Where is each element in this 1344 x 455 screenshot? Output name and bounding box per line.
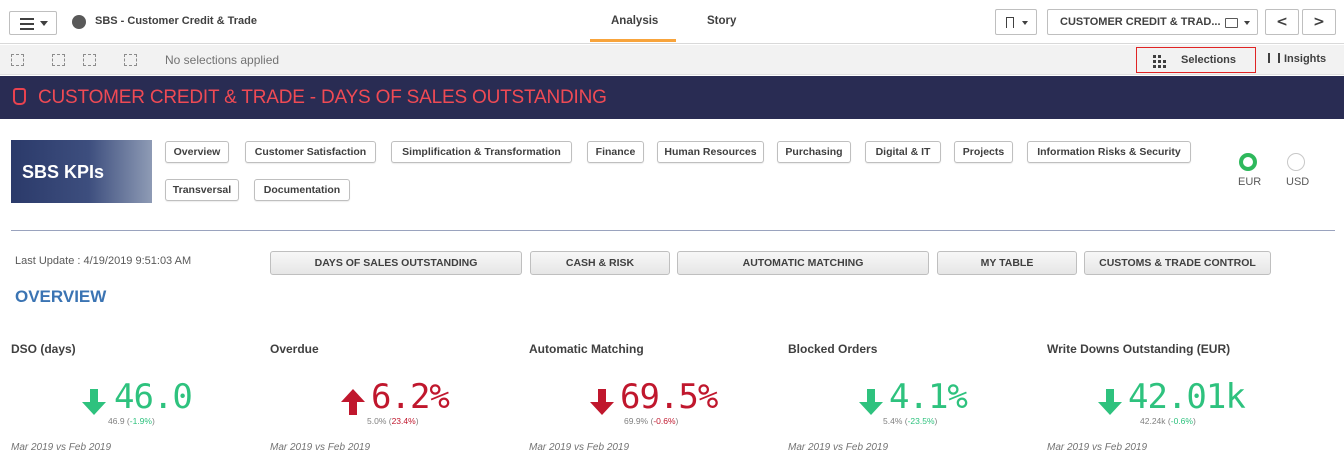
kpi-previous-value: 42.24k (1140, 416, 1166, 426)
overview-heading: OVERVIEW (15, 287, 107, 306)
title-banner: CUSTOMER CREDIT & TRADE - DAYS OF SALES … (0, 76, 1344, 119)
section-customs-trade-button[interactable]: CUSTOMS & TRADE CONTROL (1084, 251, 1271, 275)
active-tab-indicator (590, 39, 676, 42)
chevron-down-icon (1022, 21, 1028, 25)
step-forward-icon[interactable] (83, 54, 96, 66)
previous-sheet-button[interactable]: < (1265, 9, 1299, 35)
currency-usd-label: USD (1286, 176, 1310, 188)
kpi-change: -23.5% (907, 416, 935, 426)
insights-button[interactable]: Insights (1268, 53, 1326, 65)
arrow-down-icon (82, 389, 106, 415)
kpi-period: Mar 2019 vs Feb 2019 (788, 442, 889, 453)
bookmarks-button[interactable] (995, 9, 1037, 35)
money-bag-icon (13, 88, 26, 105)
nav-purchasing-button[interactable]: Purchasing (777, 141, 851, 163)
sheet-name: CUSTOMER CREDIT & TRAD... (1060, 16, 1221, 28)
kpi-value: 69.5% (620, 377, 718, 417)
currency-eur-radio[interactable] (1239, 153, 1257, 171)
nav-information-risks-button[interactable]: Information Risks & Security (1027, 141, 1191, 163)
smart-search-icon[interactable] (11, 54, 24, 66)
chevron-down-icon (40, 21, 48, 26)
kpi-period: Mar 2019 vs Feb 2019 (1047, 442, 1148, 453)
global-menu-button[interactable] (9, 11, 57, 35)
kpi-previous-value: 5.4% (883, 416, 903, 426)
hamburger-icon (20, 18, 34, 30)
kpi-title: Write Downs Outstanding (EUR) (1047, 342, 1231, 356)
arrow-down-icon (590, 389, 614, 415)
sheet-selector[interactable]: CUSTOMER CREDIT & TRAD... (1047, 9, 1258, 35)
kpi-change: 23.4% (391, 416, 416, 426)
arrow-up-icon (341, 389, 365, 415)
nav-documentation-button[interactable]: Documentation (254, 179, 350, 201)
app-title: SBS - Customer Credit & Trade (95, 15, 257, 27)
arrow-down-icon (859, 389, 883, 415)
kpi-card[interactable]: Blocked Orders 4.1% 5.4% (-23.5%) Mar 20… (788, 342, 1046, 455)
selection-status: No selections applied (165, 53, 280, 67)
last-update-text: Last Update : 4/19/2019 9:51:03 AM (15, 255, 192, 267)
top-toolbar: SBS - Customer Credit & Trade Analysis S… (0, 0, 1344, 44)
tab-analysis[interactable]: Analysis (611, 15, 658, 27)
kpi-card[interactable]: DSO (days) 46.0 46.9 (-1.9%) Mar 2019 vs… (11, 342, 269, 455)
step-back-icon[interactable] (52, 54, 65, 66)
kpi-value: 6.2% (371, 377, 450, 417)
kpi-comparison: 42.24k (-0.6%) (1140, 416, 1196, 426)
kpi-comparison: 46.9 (-1.9%) (108, 416, 155, 426)
chevron-down-icon (1244, 21, 1250, 25)
nav-overview-button[interactable]: Overview (165, 141, 229, 163)
clear-selections-icon[interactable] (124, 54, 137, 66)
sbs-kpis-logo: SBS KPIs (11, 140, 152, 203)
nav-customer-satisfaction-button[interactable]: Customer Satisfaction (245, 141, 376, 163)
kpi-period: Mar 2019 vs Feb 2019 (270, 442, 371, 453)
selections-button[interactable]: Selections (1136, 47, 1256, 73)
kpi-change: -1.9% (129, 416, 152, 426)
next-sheet-button[interactable]: > (1302, 9, 1336, 35)
kpi-value: 42.01k (1128, 377, 1246, 417)
kpi-period: Mar 2019 vs Feb 2019 (529, 442, 630, 453)
section-automatic-matching-button[interactable]: AUTOMATIC MATCHING (677, 251, 929, 275)
kpi-value: 46.0 (114, 377, 193, 417)
nav-simplification-button[interactable]: Simplification & Transformation (391, 141, 572, 163)
kpi-title: Overdue (270, 342, 319, 356)
kpi-card[interactable]: Overdue 6.2% 5.0% (23.4%) Mar 2019 vs Fe… (270, 342, 528, 455)
kpi-change: -0.6% (1170, 416, 1193, 426)
selections-grid-icon (1153, 55, 1166, 68)
kpi-previous-value: 5.0% (367, 416, 387, 426)
nav-projects-button[interactable]: Projects (954, 141, 1013, 163)
kpi-title: Automatic Matching (529, 342, 644, 356)
nav-transversal-button[interactable]: Transversal (165, 179, 239, 201)
kpi-value: 4.1% (889, 377, 968, 417)
section-my-table-button[interactable]: MY TABLE (937, 251, 1077, 275)
kpi-card[interactable]: Automatic Matching 69.5% 69.9% (-0.6%) M… (529, 342, 787, 455)
kpi-comparison: 5.0% (23.4%) (367, 416, 419, 426)
logo-text: SBS KPIs (22, 162, 105, 182)
section-divider (11, 230, 1335, 231)
insights-label: Insights (1284, 53, 1327, 65)
nav-finance-button[interactable]: Finance (587, 141, 644, 163)
tab-story[interactable]: Story (707, 15, 736, 27)
arrow-down-icon (1098, 389, 1122, 415)
selection-bar: No selections applied Selections Insight… (0, 45, 1344, 75)
kpi-comparison: 5.4% (-23.5%) (883, 416, 938, 426)
page-title: CUSTOMER CREDIT & TRADE - DAYS OF SALES … (38, 87, 607, 108)
currency-usd-radio[interactable] (1287, 153, 1305, 171)
selections-label: Selections (1181, 54, 1237, 66)
kpi-title: DSO (days) (11, 342, 76, 356)
nav-digital-it-button[interactable]: Digital & IT (865, 141, 941, 163)
kpi-title: Blocked Orders (788, 342, 878, 356)
kpi-change: -0.6% (653, 416, 676, 426)
kpi-period: Mar 2019 vs Feb 2019 (11, 442, 112, 453)
nav-human-resources-button[interactable]: Human Resources (657, 141, 764, 163)
insights-icon (1268, 53, 1280, 63)
section-dso-button[interactable]: DAYS OF SALES OUTSTANDING (270, 251, 522, 275)
app-icon (72, 15, 86, 29)
kpi-previous-value: 46.9 (108, 416, 125, 426)
bookmark-icon (1006, 17, 1014, 28)
sheet-thumbnail-icon (1225, 18, 1238, 28)
section-cash-risk-button[interactable]: CASH & RISK (530, 251, 670, 275)
kpi-comparison: 69.9% (-0.6%) (624, 416, 679, 426)
kpi-previous-value: 69.9% (624, 416, 649, 426)
kpi-card[interactable]: Write Downs Outstanding (EUR) 42.01k 42.… (1047, 342, 1337, 455)
currency-eur-label: EUR (1238, 176, 1262, 188)
